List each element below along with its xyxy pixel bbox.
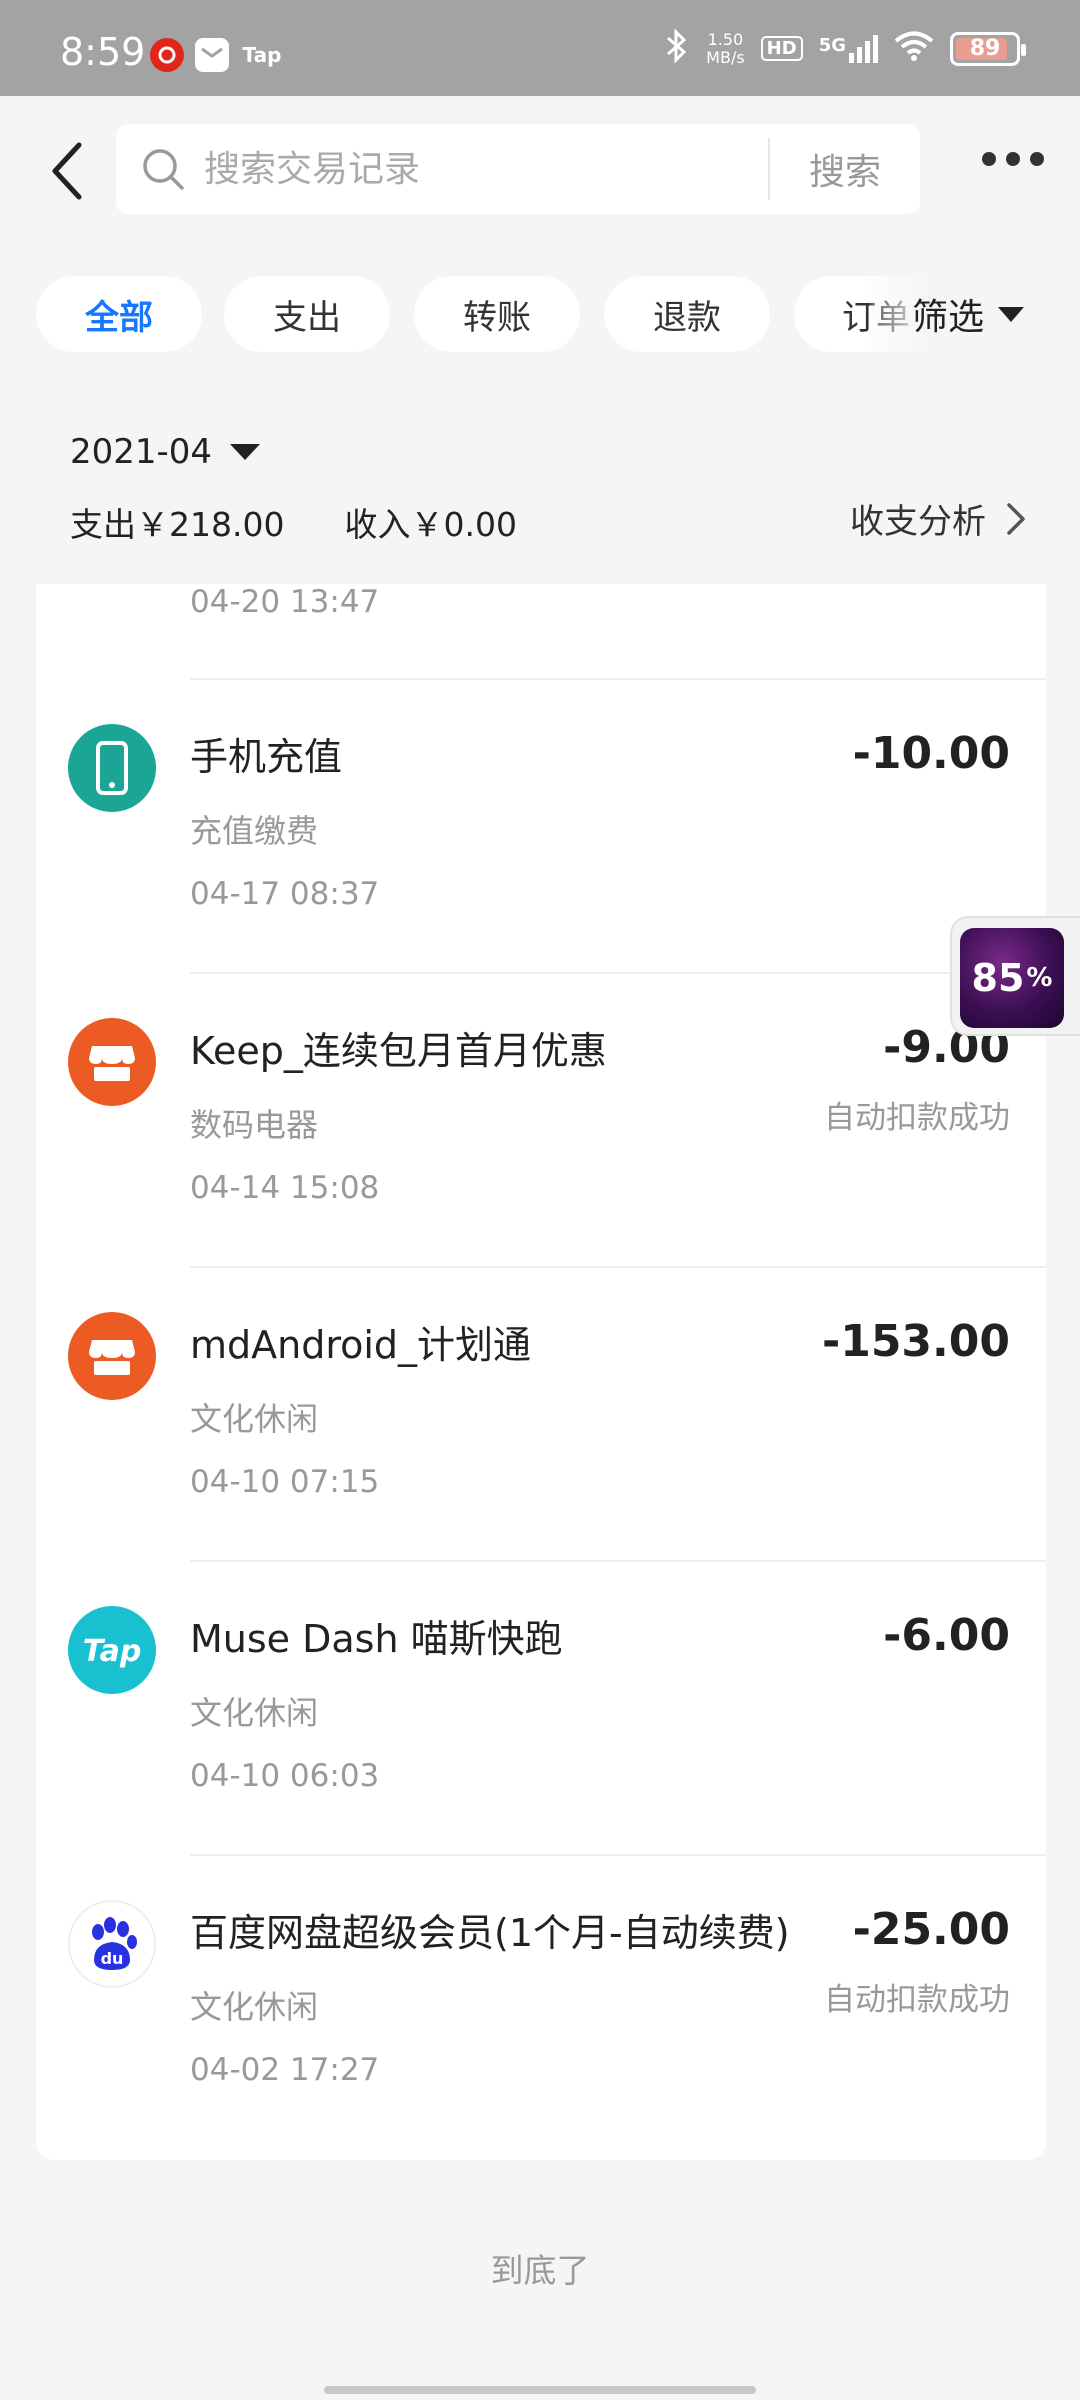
- tx-category: 文化休闲: [190, 1988, 319, 2026]
- tx-status: 自动扣款成功: [824, 1982, 1010, 2018]
- tap-app-icon: Tap: [242, 43, 282, 67]
- search-icon: [140, 146, 186, 196]
- list-item[interactable]: Tap Muse Dash 喵斯快跑 -6.00 文化休闲 04-10 06:0…: [36, 1562, 1046, 1854]
- end-of-list-text: 到底了: [490, 2251, 590, 2290]
- tx-title: 百度网盘超级会员(1个月-自动续费): [190, 1911, 790, 1955]
- tx-time: 04-14 15:08: [190, 1170, 380, 1206]
- tab-refund[interactable]: 退款: [604, 276, 770, 352]
- tx-amount: -10.00: [852, 728, 1010, 779]
- more-dots-icon: [982, 152, 996, 166]
- status-time: 8:59: [60, 30, 146, 74]
- tx-category: 数码电器: [190, 1106, 319, 1144]
- income-total: 收入￥0.00: [344, 505, 517, 544]
- triangle-down-icon: [998, 306, 1025, 322]
- tx-amount: -25.00: [852, 1904, 1010, 1955]
- tx-title: mdAndroid_计划通: [190, 1323, 532, 1367]
- tx-time: 04-02 17:27: [190, 2052, 380, 2088]
- net-speed: 1.50 MB/s: [706, 29, 745, 67]
- tx-status: 自动扣款成功: [824, 1100, 1010, 1136]
- tx-amount: -153.00: [821, 1316, 1010, 1367]
- mail-icon: [195, 38, 229, 72]
- tx-category: 文化休闲: [190, 1400, 319, 1438]
- tx-time: 04-20 13:47: [190, 584, 380, 620]
- battery-indicator: 89: [950, 31, 1026, 66]
- tx-time: 04-17 08:37: [190, 876, 380, 912]
- status-bar: 8:59 Tap 1.50 MB/s HD 5G 89: [0, 0, 1080, 96]
- analysis-link[interactable]: 收支分析: [850, 494, 1026, 543]
- list-item[interactable]: 04-20 13:47: [36, 584, 1046, 678]
- tx-title: 手机充值: [190, 735, 343, 779]
- tx-time: 04-10 07:15: [190, 1464, 380, 1500]
- phone-icon: [68, 724, 156, 812]
- home-indicator[interactable]: [324, 2386, 756, 2394]
- tx-time: 04-10 06:03: [190, 1758, 380, 1794]
- month-label: 2021-04: [70, 432, 213, 472]
- filter-button[interactable]: 筛选: [912, 276, 1025, 352]
- expense-total: 支出￥218.00: [70, 505, 285, 544]
- filter-tabs: 全部 支出 转账 退款 订单 筛选: [0, 268, 1080, 360]
- list-item[interactable]: du 百度网盘超级会员(1个月-自动续费) -25.00 自动扣款成功 文化休闲…: [36, 1856, 1046, 2148]
- header: 搜索: [0, 96, 1080, 244]
- tx-title: Keep_连续包月首月优惠: [190, 1029, 607, 1073]
- taptap-logo-icon: Tap: [68, 1606, 156, 1694]
- more-button[interactable]: [982, 152, 1044, 166]
- month-selector[interactable]: 2021-04: [70, 432, 261, 472]
- tx-amount: -6.00: [883, 1610, 1010, 1661]
- netease-music-icon: [150, 38, 184, 72]
- tx-category: 文化休闲: [190, 1694, 319, 1732]
- wifi-icon: [894, 30, 934, 67]
- transaction-list: 04-20 13:47 手机充值 -10.00 充值缴费 04-17 08:37…: [36, 584, 1046, 2160]
- floating-progress-widget[interactable]: 85%: [950, 916, 1080, 1036]
- month-summary: 支出￥218.00 收入￥0.00: [70, 498, 517, 546]
- svg-text:du: du: [101, 1949, 124, 1968]
- search-box: 搜索: [116, 124, 920, 214]
- bluetooth-icon: [664, 28, 690, 69]
- svg-text:Tap: Tap: [83, 1634, 142, 1669]
- search-input[interactable]: [204, 124, 764, 214]
- tab-all[interactable]: 全部: [36, 276, 202, 352]
- tab-transfer[interactable]: 转账: [414, 276, 580, 352]
- signal-icon: 5G: [819, 34, 878, 63]
- search-button[interactable]: 搜索: [770, 124, 920, 214]
- back-button[interactable]: [32, 136, 102, 206]
- list-item[interactable]: Keep_连续包月首月优惠 -9.00 自动扣款成功 数码电器 04-14 15…: [36, 974, 1046, 1266]
- shop-icon: [68, 1018, 156, 1106]
- baidu-paw-icon: du: [68, 1900, 156, 1988]
- back-arrow-icon: [52, 142, 82, 200]
- progress-badge: 85%: [960, 928, 1064, 1028]
- list-item[interactable]: mdAndroid_计划通 -153.00 文化休闲 04-10 07:15: [36, 1268, 1046, 1560]
- list-item[interactable]: 手机充值 -10.00 充值缴费 04-17 08:37: [36, 680, 1046, 972]
- tx-category: 充值缴费: [190, 812, 319, 850]
- tx-title: Muse Dash 喵斯快跑: [190, 1617, 563, 1661]
- tab-expense[interactable]: 支出: [224, 276, 390, 352]
- shop-icon: [68, 1312, 156, 1400]
- chevron-right-icon: [1007, 502, 1025, 535]
- triangle-down-icon: [230, 444, 261, 460]
- hd-badge: HD: [760, 36, 803, 61]
